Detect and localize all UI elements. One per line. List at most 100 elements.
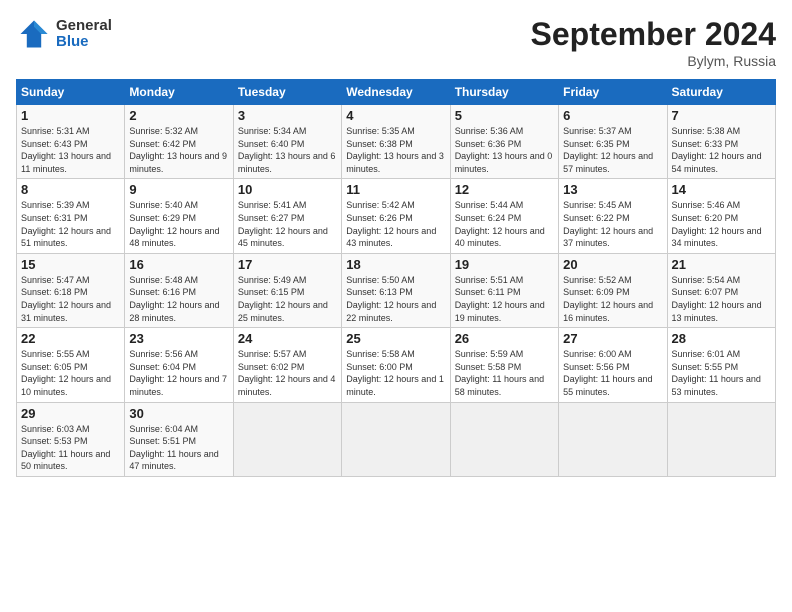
table-cell: 3 Sunrise: 5:34 AM Sunset: 6:40 PM Dayli… [233,105,341,179]
day-number: 30 [129,406,228,421]
day-info: Sunrise: 5:51 AM Sunset: 6:11 PM Dayligh… [455,274,554,324]
day-number: 10 [238,182,337,197]
day-number: 4 [346,108,445,123]
day-number: 12 [455,182,554,197]
table-cell: 11 Sunrise: 5:42 AM Sunset: 6:26 PM Dayl… [342,179,450,253]
day-info: Sunrise: 5:49 AM Sunset: 6:15 PM Dayligh… [238,274,337,324]
day-info: Sunrise: 5:55 AM Sunset: 6:05 PM Dayligh… [21,348,120,398]
logo-icon [16,16,52,52]
day-number: 20 [563,257,662,272]
calendar-week-row: 8 Sunrise: 5:39 AM Sunset: 6:31 PM Dayli… [17,179,776,253]
day-info: Sunrise: 5:36 AM Sunset: 6:36 PM Dayligh… [455,125,554,175]
day-info: Sunrise: 5:34 AM Sunset: 6:40 PM Dayligh… [238,125,337,175]
day-info: Sunrise: 5:40 AM Sunset: 6:29 PM Dayligh… [129,199,228,249]
day-number: 27 [563,331,662,346]
table-cell [667,402,775,476]
location: Bylym, Russia [531,53,776,69]
day-info: Sunrise: 5:39 AM Sunset: 6:31 PM Dayligh… [21,199,120,249]
day-number: 3 [238,108,337,123]
page-header: General Blue September 2024 Bylym, Russi… [16,16,776,69]
day-number: 11 [346,182,445,197]
day-info: Sunrise: 5:37 AM Sunset: 6:35 PM Dayligh… [563,125,662,175]
logo-blue: Blue [56,34,112,51]
table-cell: 28 Sunrise: 6:01 AM Sunset: 5:55 PM Dayl… [667,328,775,402]
table-cell: 10 Sunrise: 5:41 AM Sunset: 6:27 PM Dayl… [233,179,341,253]
col-monday: Monday [125,80,233,105]
day-info: Sunrise: 5:32 AM Sunset: 6:42 PM Dayligh… [129,125,228,175]
table-cell: 15 Sunrise: 5:47 AM Sunset: 6:18 PM Dayl… [17,253,125,327]
table-cell: 18 Sunrise: 5:50 AM Sunset: 6:13 PM Dayl… [342,253,450,327]
col-thursday: Thursday [450,80,558,105]
col-wednesday: Wednesday [342,80,450,105]
calendar-table: Sunday Monday Tuesday Wednesday Thursday… [16,79,776,477]
day-number: 8 [21,182,120,197]
calendar-week-row: 29 Sunrise: 6:03 AM Sunset: 5:53 PM Dayl… [17,402,776,476]
day-info: Sunrise: 5:57 AM Sunset: 6:02 PM Dayligh… [238,348,337,398]
table-cell: 25 Sunrise: 5:58 AM Sunset: 6:00 PM Dayl… [342,328,450,402]
table-cell: 26 Sunrise: 5:59 AM Sunset: 5:58 PM Dayl… [450,328,558,402]
table-cell: 2 Sunrise: 5:32 AM Sunset: 6:42 PM Dayli… [125,105,233,179]
day-info: Sunrise: 5:31 AM Sunset: 6:43 PM Dayligh… [21,125,120,175]
day-info: Sunrise: 5:45 AM Sunset: 6:22 PM Dayligh… [563,199,662,249]
table-cell: 29 Sunrise: 6:03 AM Sunset: 5:53 PM Dayl… [17,402,125,476]
logo: General Blue [16,16,112,52]
table-cell [233,402,341,476]
col-sunday: Sunday [17,80,125,105]
day-number: 14 [672,182,771,197]
day-number: 5 [455,108,554,123]
table-cell: 8 Sunrise: 5:39 AM Sunset: 6:31 PM Dayli… [17,179,125,253]
day-number: 28 [672,331,771,346]
day-info: Sunrise: 5:52 AM Sunset: 6:09 PM Dayligh… [563,274,662,324]
day-number: 9 [129,182,228,197]
table-cell: 21 Sunrise: 5:54 AM Sunset: 6:07 PM Dayl… [667,253,775,327]
calendar-week-row: 15 Sunrise: 5:47 AM Sunset: 6:18 PM Dayl… [17,253,776,327]
day-number: 2 [129,108,228,123]
day-number: 21 [672,257,771,272]
day-info: Sunrise: 5:42 AM Sunset: 6:26 PM Dayligh… [346,199,445,249]
month-title: September 2024 [531,16,776,53]
day-number: 17 [238,257,337,272]
day-info: Sunrise: 5:59 AM Sunset: 5:58 PM Dayligh… [455,348,554,398]
table-cell [342,402,450,476]
logo-text: General Blue [56,18,112,51]
day-info: Sunrise: 5:44 AM Sunset: 6:24 PM Dayligh… [455,199,554,249]
table-cell: 9 Sunrise: 5:40 AM Sunset: 6:29 PM Dayli… [125,179,233,253]
day-number: 16 [129,257,228,272]
table-cell: 5 Sunrise: 5:36 AM Sunset: 6:36 PM Dayli… [450,105,558,179]
table-cell: 30 Sunrise: 6:04 AM Sunset: 5:51 PM Dayl… [125,402,233,476]
table-cell: 19 Sunrise: 5:51 AM Sunset: 6:11 PM Dayl… [450,253,558,327]
day-info: Sunrise: 5:38 AM Sunset: 6:33 PM Dayligh… [672,125,771,175]
calendar-week-row: 22 Sunrise: 5:55 AM Sunset: 6:05 PM Dayl… [17,328,776,402]
table-cell: 27 Sunrise: 6:00 AM Sunset: 5:56 PM Dayl… [559,328,667,402]
day-number: 15 [21,257,120,272]
day-info: Sunrise: 5:58 AM Sunset: 6:00 PM Dayligh… [346,348,445,398]
table-cell: 20 Sunrise: 5:52 AM Sunset: 6:09 PM Dayl… [559,253,667,327]
day-number: 26 [455,331,554,346]
calendar-header-row: Sunday Monday Tuesday Wednesday Thursday… [17,80,776,105]
day-info: Sunrise: 5:48 AM Sunset: 6:16 PM Dayligh… [129,274,228,324]
table-cell: 6 Sunrise: 5:37 AM Sunset: 6:35 PM Dayli… [559,105,667,179]
col-tuesday: Tuesday [233,80,341,105]
day-number: 18 [346,257,445,272]
title-block: September 2024 Bylym, Russia [531,16,776,69]
day-number: 23 [129,331,228,346]
table-cell: 14 Sunrise: 5:46 AM Sunset: 6:20 PM Dayl… [667,179,775,253]
day-number: 25 [346,331,445,346]
table-cell: 24 Sunrise: 5:57 AM Sunset: 6:02 PM Dayl… [233,328,341,402]
day-info: Sunrise: 5:56 AM Sunset: 6:04 PM Dayligh… [129,348,228,398]
day-number: 13 [563,182,662,197]
table-cell [450,402,558,476]
day-number: 19 [455,257,554,272]
day-info: Sunrise: 5:47 AM Sunset: 6:18 PM Dayligh… [21,274,120,324]
day-info: Sunrise: 5:54 AM Sunset: 6:07 PM Dayligh… [672,274,771,324]
table-cell: 7 Sunrise: 5:38 AM Sunset: 6:33 PM Dayli… [667,105,775,179]
day-info: Sunrise: 6:01 AM Sunset: 5:55 PM Dayligh… [672,348,771,398]
day-number: 22 [21,331,120,346]
table-cell: 17 Sunrise: 5:49 AM Sunset: 6:15 PM Dayl… [233,253,341,327]
table-cell: 4 Sunrise: 5:35 AM Sunset: 6:38 PM Dayli… [342,105,450,179]
table-cell: 12 Sunrise: 5:44 AM Sunset: 6:24 PM Dayl… [450,179,558,253]
day-number: 1 [21,108,120,123]
day-info: Sunrise: 5:50 AM Sunset: 6:13 PM Dayligh… [346,274,445,324]
day-number: 24 [238,331,337,346]
table-cell: 22 Sunrise: 5:55 AM Sunset: 6:05 PM Dayl… [17,328,125,402]
